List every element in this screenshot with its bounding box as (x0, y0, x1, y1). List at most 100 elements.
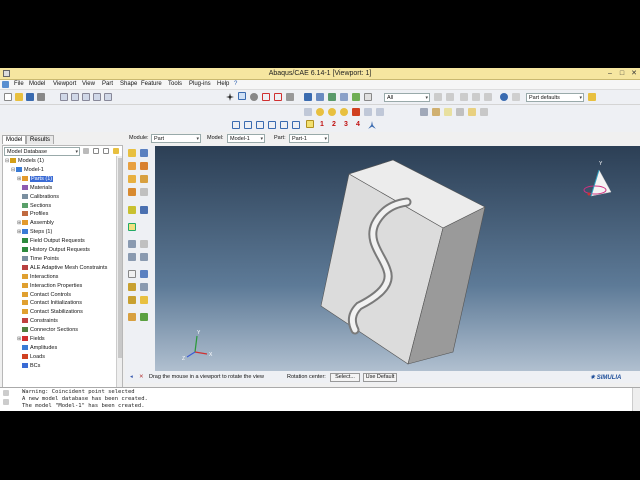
tree-item[interactable]: Interactions (17, 273, 58, 280)
pan-icon[interactable] (226, 93, 234, 101)
tree-item[interactable]: ⊟ Models (1) (5, 158, 44, 164)
select-a-icon[interactable] (232, 121, 240, 129)
menu-part[interactable]: Part (102, 81, 113, 87)
menu-shape[interactable]: Shape (120, 81, 137, 87)
menu-file[interactable]: File (14, 81, 24, 87)
view-d-icon[interactable] (340, 108, 348, 116)
toolbar-number-2[interactable]: 2 (332, 121, 336, 128)
view-top-icon[interactable] (328, 93, 336, 101)
filter-d-icon[interactable] (472, 93, 480, 101)
filter-e-icon[interactable] (484, 93, 492, 101)
rotation-compass-icon[interactable]: Y (583, 161, 612, 197)
tool-cut-icon[interactable] (128, 188, 136, 196)
tool-revolve-icon[interactable] (140, 162, 148, 170)
tool-e-icon[interactable] (104, 93, 112, 101)
tool-datum-icon[interactable] (140, 240, 148, 248)
object-icon[interactable] (512, 93, 520, 101)
tree-collapse-icon[interactable] (103, 148, 109, 154)
maximize-button[interactable]: □ (616, 69, 628, 78)
menu-feature[interactable]: Feature (141, 81, 162, 87)
tree-item[interactable]: ⊞ Steps (1) (17, 229, 52, 235)
tool-partition-icon[interactable] (128, 240, 136, 248)
new-file-icon[interactable] (4, 93, 12, 101)
triad-icon[interactable] (368, 121, 376, 129)
menu-model[interactable]: Model (29, 81, 45, 87)
tool-sweep-icon[interactable] (128, 175, 136, 183)
tool-extrude-icon[interactable] (128, 162, 136, 170)
tool-create-part-icon[interactable] (128, 149, 136, 157)
select-c-icon[interactable] (256, 121, 264, 129)
view-front-icon[interactable] (316, 93, 324, 101)
tool-round-icon[interactable] (128, 206, 136, 214)
message-tab-icon[interactable] (3, 390, 9, 396)
minimize-button[interactable]: – (604, 69, 616, 78)
toolbar-number-4[interactable]: 4 (356, 121, 360, 128)
view-f-icon[interactable] (364, 108, 372, 116)
info-icon[interactable] (500, 93, 508, 101)
tree-item[interactable]: Field Output Requests (17, 238, 85, 244)
select-e-icon[interactable] (280, 121, 288, 129)
tree-item[interactable]: Profiles (17, 211, 48, 217)
defaults-icon[interactable] (588, 93, 596, 101)
tool-stitch-icon[interactable] (140, 283, 148, 291)
filter-select[interactable]: All ▾ (384, 93, 430, 102)
tree-item[interactable]: Connector Sections (17, 327, 78, 333)
tree-item[interactable]: ⊞ Fields (17, 336, 45, 342)
tree-item[interactable]: Contact Initializations (17, 300, 82, 306)
tree-item[interactable]: BCs (17, 362, 40, 369)
menu-viewport[interactable]: Viewport (53, 81, 76, 87)
zoom-box-icon[interactable] (262, 93, 270, 101)
render-wire-icon[interactable] (340, 93, 348, 101)
tool-csys-icon[interactable] (140, 270, 148, 278)
model-select[interactable]: Model-1 ▾ (227, 134, 265, 143)
tab-results[interactable]: Results (26, 135, 55, 144)
print-icon[interactable] (37, 93, 45, 101)
tree-item[interactable]: Contact Stabilizations (17, 309, 83, 315)
part-select[interactable]: Part-1 ▾ (289, 134, 329, 143)
module-select[interactable]: Part ▾ (151, 134, 201, 143)
tree-item[interactable]: ⊟ Model-1 (11, 166, 44, 173)
tool-wire-icon[interactable] (140, 313, 148, 321)
view-l-icon[interactable] (468, 108, 476, 116)
command-tab-icon[interactable] (3, 399, 9, 405)
tab-model[interactable]: Model (2, 135, 27, 144)
menu-plugins[interactable]: Plug-ins (189, 81, 211, 87)
tree-item[interactable]: ⊞ Parts (1) (17, 175, 54, 182)
tree-root-select[interactable]: Model Database ▾ (4, 147, 80, 156)
tool-virtual-icon[interactable] (128, 296, 136, 304)
prompt-back-arrow-icon[interactable]: ◂ (130, 374, 133, 380)
select-active-icon[interactable] (306, 120, 314, 128)
tool-merge-icon[interactable] (140, 296, 148, 304)
render-hidden-icon[interactable] (364, 93, 372, 101)
tree-item[interactable]: Constraints (17, 318, 58, 324)
view-j-icon[interactable] (444, 108, 452, 116)
view-a-icon[interactable] (304, 108, 312, 116)
tree-item[interactable]: ALE Adaptive Mesh Constraints (17, 264, 107, 271)
view-k-icon[interactable] (456, 108, 464, 116)
view-h-icon[interactable] (420, 108, 428, 116)
view-e-icon[interactable] (352, 108, 360, 116)
view-g-icon[interactable] (376, 108, 384, 116)
tree-item[interactable]: Time Points (17, 255, 59, 262)
tree-item[interactable]: Materials (17, 184, 52, 191)
view-b-icon[interactable] (316, 108, 324, 116)
tool-rp-icon[interactable] (128, 270, 136, 278)
tree-highlight-icon[interactable] (113, 148, 119, 154)
tree-item[interactable]: History Output Requests (17, 247, 90, 253)
prompt-cancel-icon[interactable]: ✕ (139, 374, 144, 380)
view-m-icon[interactable] (480, 108, 488, 116)
render-shaded-icon[interactable] (352, 93, 360, 101)
tool-part-manager-icon[interactable] (140, 149, 148, 157)
context-help-icon[interactable]: ? (234, 81, 237, 87)
select-d-icon[interactable] (268, 121, 276, 129)
magnify-icon[interactable] (250, 93, 258, 101)
select-b-icon[interactable] (244, 121, 252, 129)
cycle-view-icon[interactable] (286, 93, 294, 101)
tool-b-icon[interactable] (71, 93, 79, 101)
viewport-canvas[interactable]: Y X Z Y (155, 146, 640, 378)
app-menu-icon[interactable] (2, 81, 9, 88)
message-scrollbar[interactable] (632, 388, 640, 411)
tool-chamfer-icon[interactable] (140, 206, 148, 214)
filter-c-icon[interactable] (460, 93, 468, 101)
view-c-icon[interactable] (328, 108, 336, 116)
